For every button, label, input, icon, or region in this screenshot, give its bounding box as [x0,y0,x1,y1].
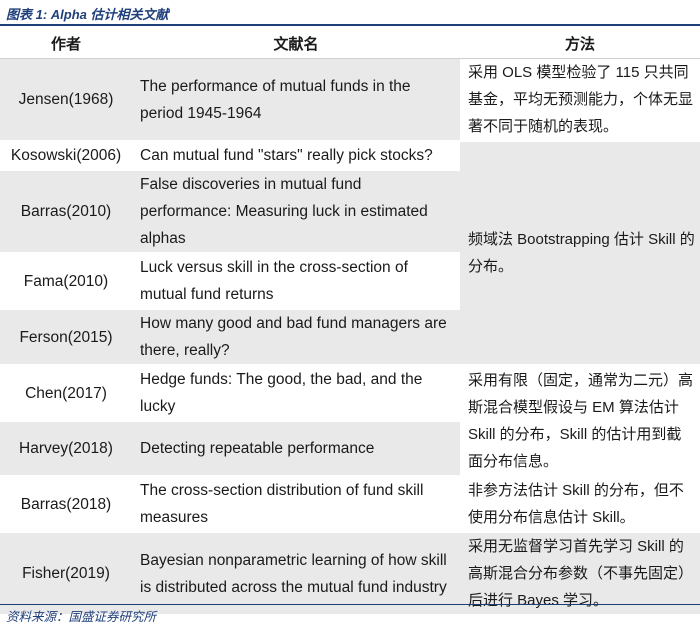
author-cell: Jensen(1968) [0,58,132,142]
table-row: Barras(2018) The cross-section distribut… [0,476,700,533]
header-title: 文献名 [132,28,460,59]
method-cell: 频域法 Bootstrapping 估计 Skill 的分布。 [460,141,700,366]
method-cell: 非参方法估计 Skill 的分布，但不使用分布信息估计 Skill。 [460,476,700,533]
title-cell: False discoveries in mutual fund perform… [132,170,460,254]
method-cell: 采用有限（固定，通常为二元）高斯混合模型假设与 EM 算法估计 Skill 的分… [460,365,700,477]
author-cell: Barras(2018) [0,476,132,533]
author-cell: Ferson(2015) [0,309,132,366]
author-cell: Chen(2017) [0,365,132,422]
title-cell: How many good and bad fund managers are … [132,309,460,366]
author-cell: Fama(2010) [0,253,132,310]
top-rule [0,24,700,26]
author-cell: Harvey(2018) [0,421,132,477]
method-cell: 采用 OLS 模型检验了 115 只共同基金，平均无预测能力，个体无显著不同于随… [460,58,700,142]
table-row: Kosowski(2006) Can mutual fund "stars" r… [0,141,700,366]
title-cell: Bayesian nonparametric learning of how s… [132,532,460,616]
author-cell: Kosowski(2006) [0,141,132,171]
title-cell: The performance of mutual funds in the p… [132,58,460,142]
title-cell: The cross-section distribution of fund s… [132,476,460,533]
bottom-rule [0,604,700,605]
title-cell: Detecting repeatable performance [132,421,460,477]
table-row: Chen(2017) Hedge funds: The good, the ba… [0,365,700,477]
title-cell: Can mutual fund "stars" really pick stoc… [132,141,460,171]
method-cell: 采用无监督学习首先学习 Skill 的高斯混合分布参数（不事先固定）后进行 Ba… [460,532,700,616]
source-note: 资料来源：国盛证券研究所 [6,610,157,624]
author-cell: Fisher(2019) [0,532,132,616]
header-row: 作者 文献名 方法 [0,28,700,59]
header-author: 作者 [0,28,132,59]
table-row: Jensen(1968) The performance of mutual f… [0,58,700,142]
figure-caption: 图表 1: Alpha 估计相关文献 [6,7,169,22]
header-method: 方法 [460,28,700,59]
literature-table: 作者 文献名 方法 Jensen(1968) The performance o… [0,28,700,616]
author-cell: Barras(2010) [0,170,132,254]
table-row: Fisher(2019) Bayesian nonparametric lear… [0,532,700,616]
title-cell: Hedge funds: The good, the bad, and the … [132,365,460,422]
title-cell: Luck versus skill in the cross-section o… [132,253,460,310]
